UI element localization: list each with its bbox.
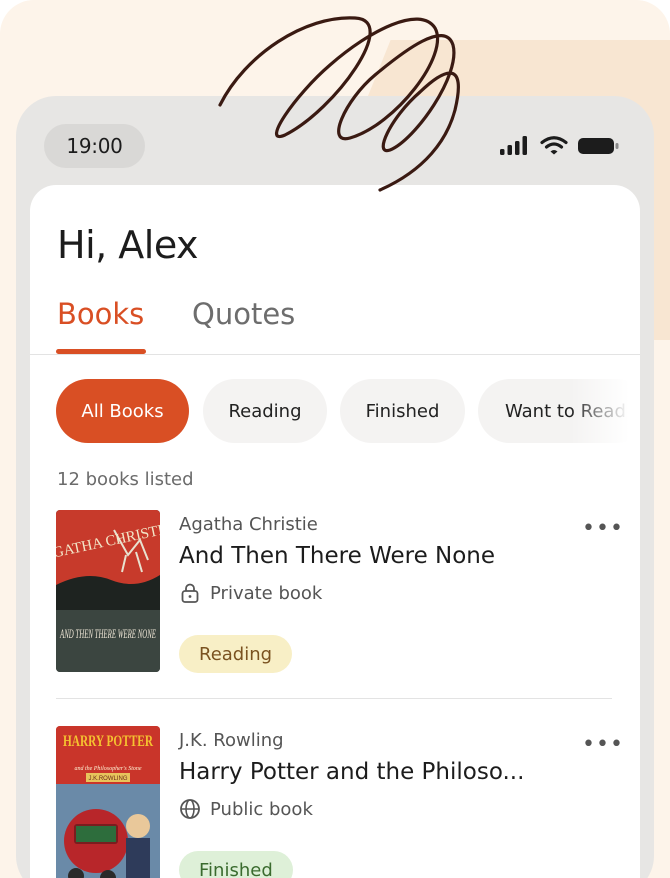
wifi-icon [540,136,568,155]
app-screen: Hi, Alex Books Quotes All Books Reading … [30,185,640,878]
chips-fade-overlay [570,379,640,443]
cover-author: J.K.ROWLING [88,776,127,782]
book-cover[interactable]: HARRY POTTER and the Philosopher's Stone… [56,726,160,878]
scribble-doodle [218,16,460,192]
more-options-icon[interactable]: ••• [582,516,624,541]
visibility-label: Private book [210,582,323,604]
tab-books[interactable]: Books [57,297,144,331]
cover-subtitle: and the Philosopher's Stone [74,766,141,772]
tab-divider [30,354,640,355]
book-count: 12 books listed [57,469,194,490]
globe-icon [180,799,200,819]
filter-all-books[interactable]: All Books [56,379,189,443]
signal-icon [500,136,527,155]
more-options-icon[interactable]: ••• [582,732,624,757]
book-title[interactable]: And Then There Were None [179,543,495,569]
filter-finished[interactable]: Finished [340,379,465,443]
book-visibility: Public book [179,798,313,820]
visibility-label: Public book [210,798,313,820]
filter-chips: All Books Reading Finished Want to Read [56,379,640,443]
status-time: 19:00 [44,124,145,168]
tab-quotes[interactable]: Quotes [192,297,295,331]
book-title[interactable]: Harry Potter and the Philoso... [179,759,524,785]
battery-icon [578,138,619,154]
status-icons [500,136,620,156]
cover-title-bottom: AND THEN THERE WERE NONE [59,626,156,641]
book-author: J.K. Rowling [179,730,284,751]
greeting-title: Hi, Alex [57,223,199,267]
status-badge[interactable]: Reading [179,635,293,673]
lock-icon [181,583,199,603]
book-author: Agatha Christie [179,514,318,535]
cover-title-top: HARRY POTTER [63,733,153,750]
filter-reading[interactable]: Reading [203,379,327,443]
book-visibility: Private book [179,582,322,604]
list-divider [56,698,612,699]
book-cover[interactable]: AGATHA CHRISTIE AND THEN THERE WERE NONE [56,510,160,672]
status-badge[interactable]: Finished [179,851,293,878]
